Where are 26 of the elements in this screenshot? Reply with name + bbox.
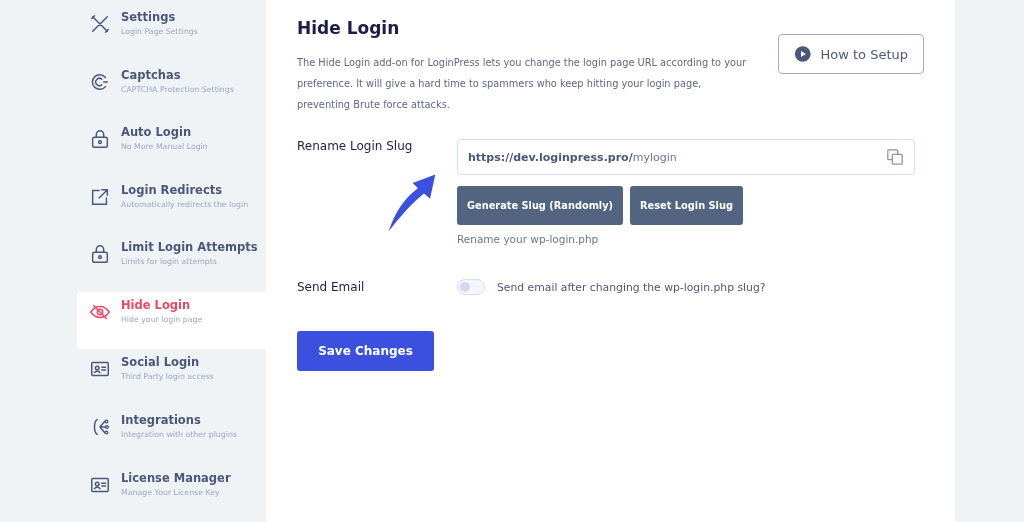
item-title: Captchas (121, 67, 182, 82)
item-title: License Manager (121, 470, 232, 485)
item-title: Auto Login (121, 125, 193, 140)
page-title: Hide Login (297, 18, 401, 38)
lock-icon (89, 128, 111, 151)
page-description: The Hide Login add-on for LoginPress lets you change the login page URL according to your preference. It will give a hard time to spammers who keep hitting your login page, preventing Brute force attacks. (297, 56, 748, 112)
field-label: Send Email (297, 280, 366, 294)
item-title: Hide Login (121, 297, 192, 312)
item-title: Limit Login Attempts (121, 240, 258, 255)
slug-button[interactable]: Reset Login Slug (630, 186, 743, 225)
item-title: Settings (121, 10, 177, 24)
field-label: Rename Login Slug (297, 139, 413, 153)
lock-icon (89, 243, 111, 266)
play-icon (794, 45, 812, 63)
help-text: Rename your wp-login.php (457, 233, 600, 245)
send-email-toggle[interactable] (457, 279, 485, 295)
toggle-label: Send email after changing the wp-login.php slug? (497, 280, 766, 294)
item-title: Login Redirects (121, 182, 224, 197)
login-slug-field[interactable]: https://dev.loginpress.pro/mylogin (457, 139, 915, 175)
save-changes-button[interactable]: Save Changes (297, 331, 434, 371)
item-title: Social Login (121, 355, 201, 370)
slug-button[interactable]: Generate Slug (Randomly) (457, 186, 624, 225)
tools-icon (89, 13, 111, 35)
item-title: Integrations (121, 412, 202, 427)
copy-icon[interactable] (886, 148, 904, 166)
how-to-setup-button[interactable]: How to Setup (778, 34, 924, 74)
